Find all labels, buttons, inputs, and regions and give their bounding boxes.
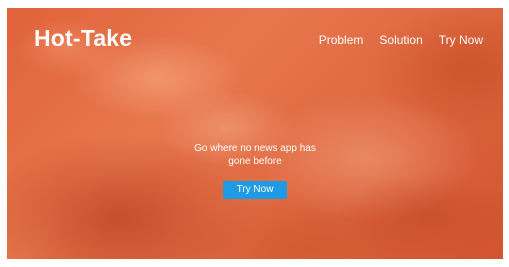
hero-section: Go where no news app has gone before Try… — [7, 142, 503, 199]
nav-item-try-now[interactable]: Try Now — [439, 33, 483, 47]
hero-background: Hot-Take Problem Solution Try Now Go whe… — [7, 8, 503, 259]
top-nav: Problem Solution Try Now — [319, 33, 483, 47]
hero-headline: Go where no news app has gone before — [194, 143, 316, 167]
try-now-button[interactable]: Try Now — [223, 181, 287, 199]
nav-item-solution[interactable]: Solution — [379, 33, 422, 47]
site-logo[interactable]: Hot-Take — [34, 25, 132, 52]
nav-item-problem[interactable]: Problem — [319, 33, 364, 47]
